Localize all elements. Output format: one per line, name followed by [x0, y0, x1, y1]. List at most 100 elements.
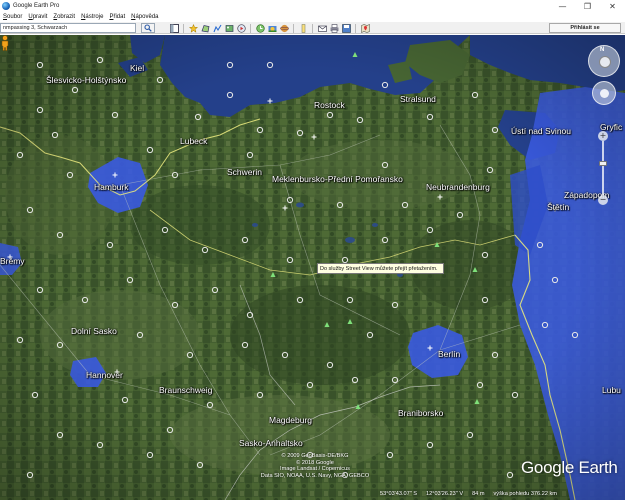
place-marker-icon[interactable]: [296, 296, 304, 304]
place-marker-icon[interactable]: [466, 431, 474, 439]
park-icon[interactable]: [347, 319, 353, 324]
zoom-out-button[interactable]: −: [598, 195, 608, 205]
north-indicator[interactable]: N: [600, 47, 604, 53]
label-magdeburg[interactable]: Magdeburg: [269, 415, 312, 425]
place-marker-icon[interactable]: [476, 381, 484, 389]
place-marker-icon[interactable]: [506, 471, 514, 479]
menu-tools[interactable]: Nástroje: [81, 14, 103, 20]
place-marker-icon[interactable]: [156, 76, 164, 84]
place-marker-icon[interactable]: [296, 129, 304, 137]
zoom-in-button[interactable]: +: [598, 131, 608, 141]
place-marker-icon[interactable]: [391, 376, 399, 384]
place-marker-icon[interactable]: [146, 146, 154, 154]
path-icon[interactable]: [212, 23, 222, 33]
park-icon[interactable]: [324, 322, 330, 327]
label-schleswig-holstein[interactable]: Šlesvicko-Holštýnsko: [46, 75, 126, 85]
place-marker-icon[interactable]: [381, 236, 389, 244]
place-marker-icon[interactable]: [126, 276, 134, 284]
ruler-icon[interactable]: [298, 23, 308, 33]
city-marker-icon[interactable]: [112, 172, 118, 178]
place-marker-icon[interactable]: [211, 286, 219, 294]
place-marker-icon[interactable]: [541, 321, 549, 329]
place-marker-icon[interactable]: [426, 226, 434, 234]
menu-add[interactable]: Přidat: [109, 14, 125, 20]
planets-icon[interactable]: [279, 23, 289, 33]
place-marker-icon[interactable]: [121, 396, 129, 404]
city-marker-icon[interactable]: [437, 194, 443, 200]
zoom-slider[interactable]: + −: [597, 131, 609, 205]
earth-map-view[interactable]: Kiel Šlesvicko-Holštýnsko Stralsund Rost…: [0, 35, 625, 500]
menu-help[interactable]: Nápověda: [131, 14, 158, 20]
place-marker-icon[interactable]: [401, 201, 409, 209]
zoom-slider-thumb[interactable]: [599, 161, 607, 166]
label-kiel[interactable]: Kiel: [130, 63, 144, 73]
menu-edit[interactable]: Upravit: [28, 14, 47, 20]
place-marker-icon[interactable]: [286, 256, 294, 264]
park-icon[interactable]: [472, 267, 478, 272]
label-neubrandenburg[interactable]: Neubrandenburg: [426, 182, 490, 192]
place-marker-icon[interactable]: [326, 361, 334, 369]
place-marker-icon[interactable]: [16, 151, 24, 159]
place-marker-icon[interactable]: [551, 276, 559, 284]
place-marker-icon[interactable]: [16, 336, 24, 344]
place-marker-icon[interactable]: [56, 231, 64, 239]
label-schwerin[interactable]: Schwerin: [227, 167, 262, 177]
park-icon[interactable]: [434, 242, 440, 247]
park-icon[interactable]: [355, 404, 361, 409]
maximize-button[interactable]: ❐: [575, 0, 600, 12]
minimize-button[interactable]: —: [550, 0, 575, 12]
place-marker-icon[interactable]: [381, 161, 389, 169]
place-marker-icon[interactable]: [36, 61, 44, 69]
sign-in-button[interactable]: Přihlásit se: [549, 23, 621, 33]
label-szczecin[interactable]: Štětín: [547, 202, 569, 212]
zoom-track[interactable]: [602, 141, 604, 195]
place-marker-icon[interactable]: [256, 126, 264, 134]
move-joystick-icon[interactable]: [600, 89, 609, 98]
place-marker-icon[interactable]: [481, 296, 489, 304]
place-marker-icon[interactable]: [391, 301, 399, 309]
label-rostock[interactable]: Rostock: [314, 100, 345, 110]
sidebar-icon[interactable]: [169, 23, 179, 33]
look-navigation-control[interactable]: N: [588, 45, 620, 77]
place-marker-icon[interactable]: [36, 286, 44, 294]
label-hamburg[interactable]: Hamburk: [94, 182, 128, 192]
place-marker-icon[interactable]: [456, 211, 464, 219]
placemark-icon[interactable]: [188, 23, 198, 33]
label-bremen[interactable]: Brémy: [0, 256, 25, 266]
place-marker-icon[interactable]: [341, 256, 349, 264]
place-marker-icon[interactable]: [426, 441, 434, 449]
place-marker-icon[interactable]: [56, 341, 64, 349]
place-marker-icon[interactable]: [241, 341, 249, 349]
place-marker-icon[interactable]: [226, 61, 234, 69]
label-saxony-anhalt[interactable]: Sasko-Anhaltsko: [239, 438, 303, 448]
label-swinoujscie[interactable]: Ústí nad Svinou: [511, 126, 571, 136]
place-marker-icon[interactable]: [486, 166, 494, 174]
place-marker-icon[interactable]: [96, 56, 104, 64]
place-marker-icon[interactable]: [96, 441, 104, 449]
place-marker-icon[interactable]: [286, 196, 294, 204]
city-marker-icon[interactable]: [311, 134, 317, 140]
place-marker-icon[interactable]: [166, 426, 174, 434]
place-marker-icon[interactable]: [111, 111, 119, 119]
place-marker-icon[interactable]: [491, 351, 499, 359]
label-lubuskie[interactable]: Lubu: [602, 385, 621, 395]
maps-icon[interactable]: [360, 23, 370, 33]
print-icon[interactable]: [329, 23, 339, 33]
label-brandenburg[interactable]: Braniborsko: [398, 408, 443, 418]
place-marker-icon[interactable]: [266, 61, 274, 69]
place-marker-icon[interactable]: [536, 241, 544, 249]
place-marker-icon[interactable]: [306, 381, 314, 389]
historical-imagery-icon[interactable]: [255, 23, 265, 33]
close-button[interactable]: ✕: [600, 0, 625, 12]
search-button[interactable]: [141, 23, 155, 33]
place-marker-icon[interactable]: [56, 431, 64, 439]
place-marker-icon[interactable]: [386, 451, 394, 459]
menu-view[interactable]: Zobrazit: [53, 14, 75, 20]
city-marker-icon[interactable]: [282, 205, 288, 211]
place-marker-icon[interactable]: [31, 391, 39, 399]
place-marker-icon[interactable]: [241, 236, 249, 244]
place-marker-icon[interactable]: [171, 171, 179, 179]
place-marker-icon[interactable]: [66, 171, 74, 179]
place-marker-icon[interactable]: [194, 113, 202, 121]
place-marker-icon[interactable]: [351, 376, 359, 384]
